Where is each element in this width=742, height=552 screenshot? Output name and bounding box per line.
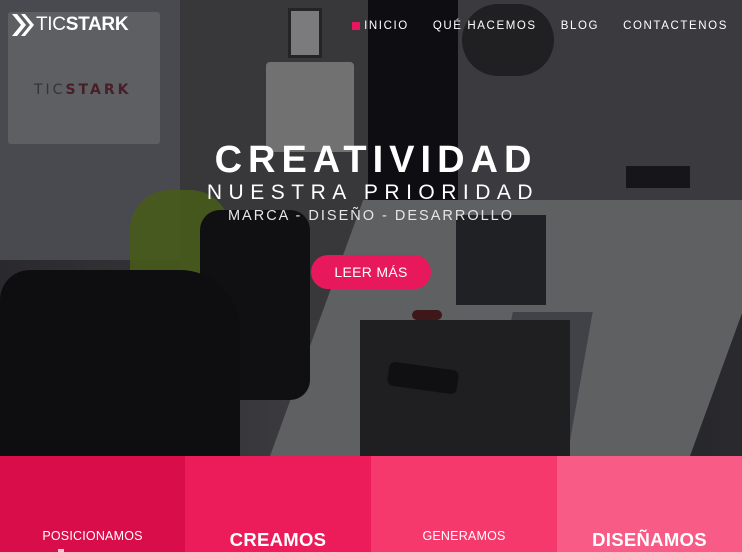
tile-label: CREAMOS xyxy=(229,529,327,550)
tile-generamos[interactable]: GENERAMOS xyxy=(371,456,557,552)
nav-item-label: CONTACTENOS xyxy=(623,20,728,32)
nav-item-label: QUÉ HACEMOS xyxy=(432,20,537,32)
tile-label: GENERAMOS xyxy=(422,529,506,543)
hero-overlay xyxy=(0,0,742,456)
read-more-button[interactable]: LEER MÁS xyxy=(311,255,431,289)
double-chevron-logo-icon xyxy=(12,14,34,36)
tile-label: POSICIONAMOS xyxy=(42,529,143,543)
hero-text: CREATIVIDAD NUESTRA PRIORIDAD MARCA - DI… xyxy=(0,138,742,224)
nav-item-label: BLOG xyxy=(560,20,600,32)
nav-item-inicio[interactable]: INICIO xyxy=(352,20,409,32)
services-tiles: POSICIONAMOS CREAMOS GENERAMOS DISEÑAMOS xyxy=(0,456,742,552)
brand-name: TICSTARK xyxy=(36,14,129,35)
nav-item-contactenos[interactable]: CONTACTENOS xyxy=(623,20,728,32)
active-indicator-icon xyxy=(352,22,361,30)
nav-item-blog[interactable]: BLOG xyxy=(561,20,599,32)
tile-disenamos[interactable]: DISEÑAMOS xyxy=(557,456,742,552)
tile-label: DISEÑAMOS xyxy=(592,529,707,550)
hero-tagline: MARCA - DISEÑO - DESARROLLO xyxy=(227,208,515,224)
nav-item-que-hacemos[interactable]: QUÉ HACEMOS xyxy=(433,20,537,32)
tile-posicionamos[interactable]: POSICIONAMOS xyxy=(0,456,185,552)
hero-section: TICSTARK CREATIVIDAD NUESTRA PRIORIDAD M… xyxy=(0,0,742,456)
tile-creamos[interactable]: CREAMOS xyxy=(185,456,371,552)
hero-subtitle: NUESTRA PRIORIDAD xyxy=(206,181,540,204)
brand-logo[interactable]: TICSTARK xyxy=(12,14,129,36)
navbar: TICSTARK INICIO QUÉ HACEMOS BLOG CONTACT… xyxy=(0,0,742,52)
nav-item-label: INICIO xyxy=(364,20,409,32)
hero-title: CREATIVIDAD xyxy=(214,139,538,181)
main-menu: INICIO QUÉ HACEMOS BLOG CONTACTENOS xyxy=(352,20,728,32)
